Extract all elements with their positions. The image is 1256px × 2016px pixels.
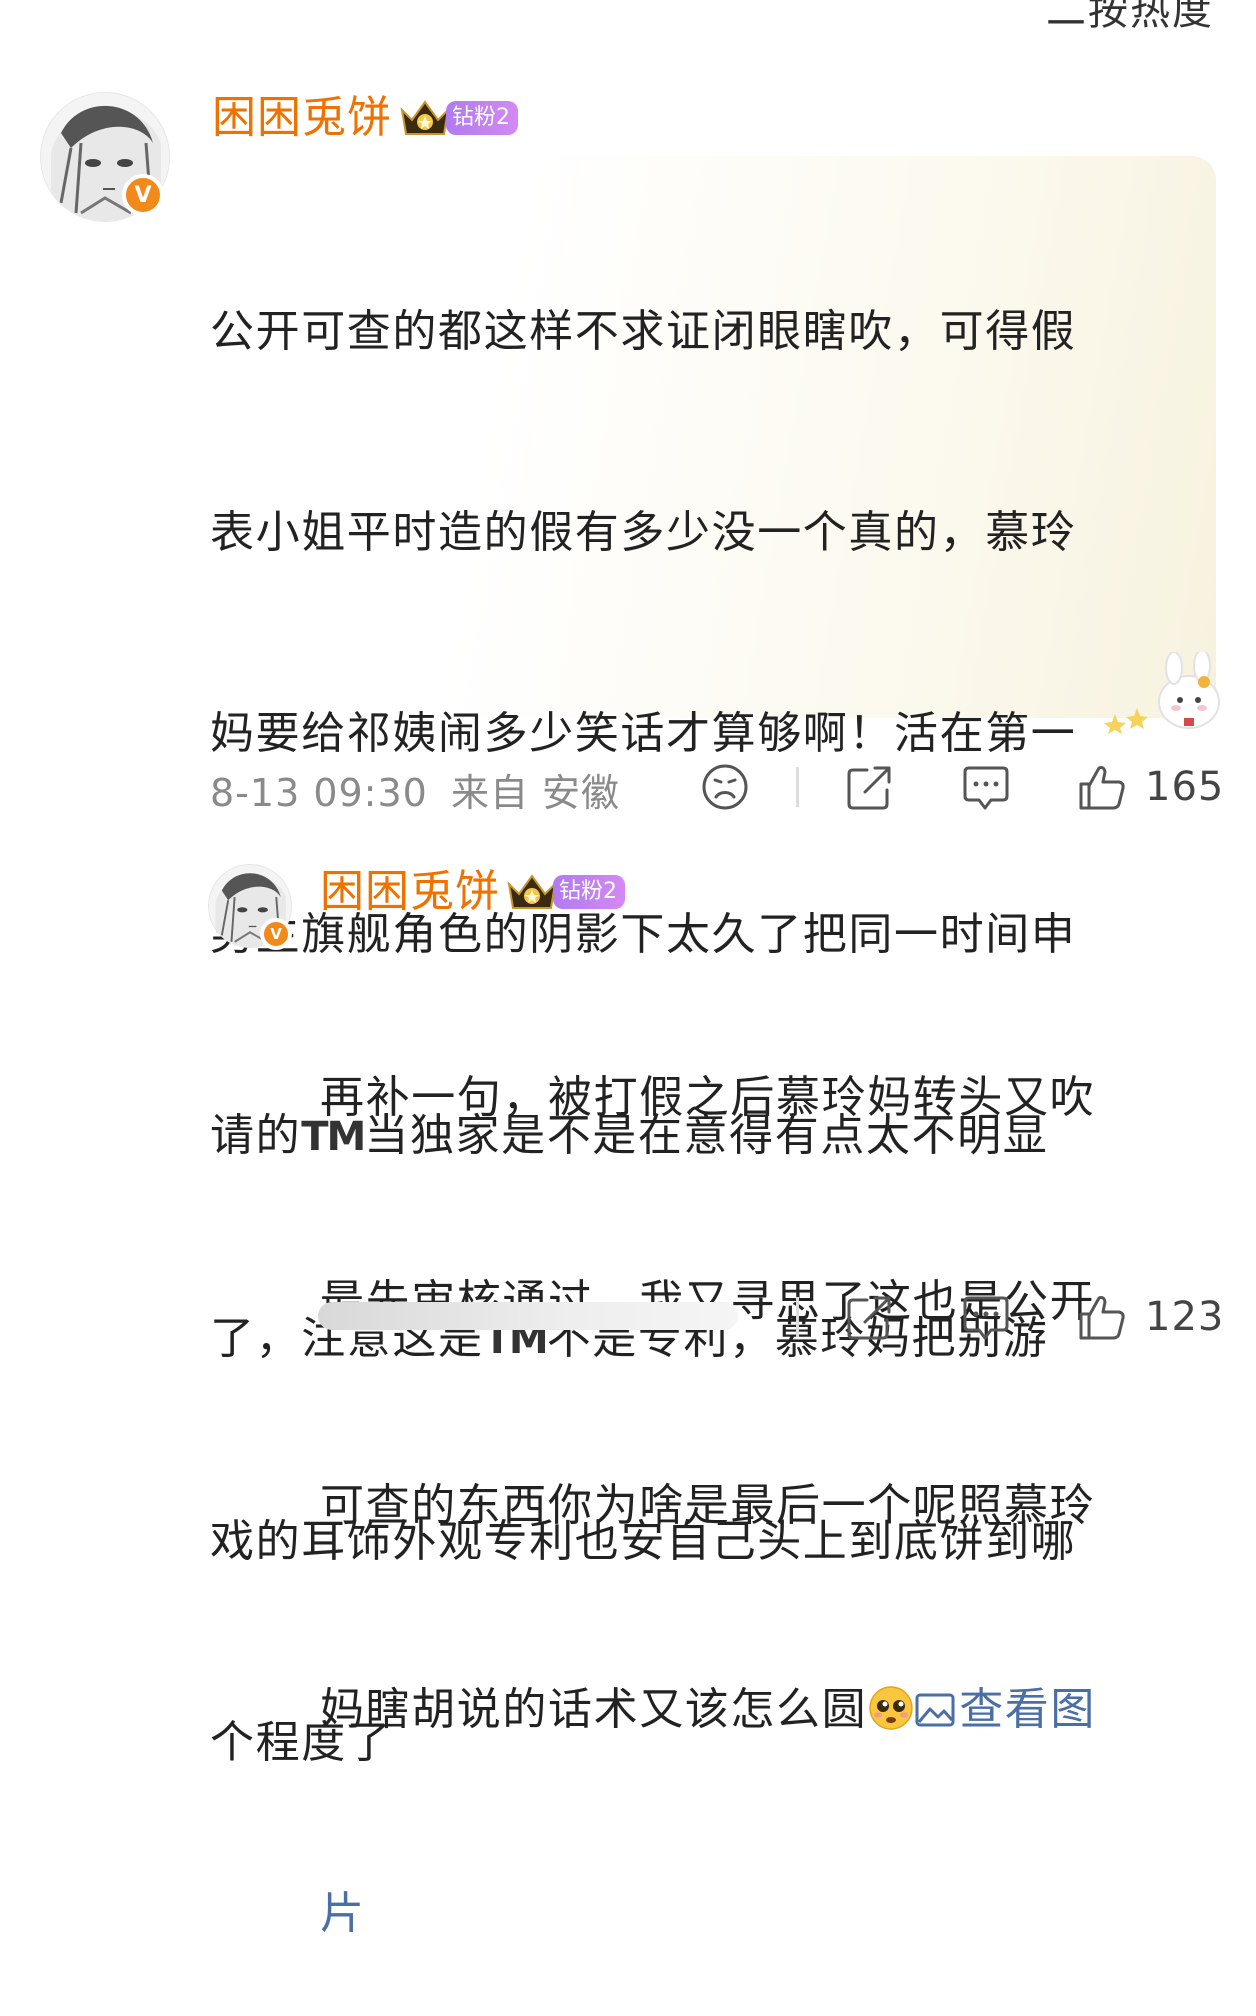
action-divider	[796, 767, 799, 807]
comment-line: 公开可查的都这样不求证闭眼瞎吹，可得假	[210, 306, 1077, 357]
bunny-sticker-icon	[1104, 652, 1220, 734]
pleading-face-emoji	[869, 1686, 913, 1730]
action-divider	[796, 1297, 799, 1337]
view-image-link[interactable]: 查看图	[915, 1684, 1096, 1735]
thumbs-up-icon[interactable]	[1077, 1292, 1127, 1342]
reply-line: 片	[320, 1880, 1220, 1948]
share-icon[interactable]	[845, 762, 895, 812]
reply-username[interactable]: 困困兎饼	[320, 870, 500, 914]
like-count: 165	[1145, 764, 1225, 810]
thumbs-up-icon[interactable]	[1077, 762, 1127, 812]
fan-badge[interactable]: 钻粉2	[505, 870, 625, 914]
comment-icon[interactable]	[961, 762, 1011, 812]
verified-badge-icon: V	[122, 174, 164, 216]
verified-badge-icon: V	[260, 918, 292, 950]
comment-icon[interactable]	[961, 1292, 1011, 1342]
fan-badge-label: 钻粉2	[446, 100, 518, 136]
comment-username[interactable]: 困困兎饼	[212, 96, 392, 140]
sort-toggle[interactable]: 二按热度	[1046, 0, 1214, 36]
image-icon	[915, 1693, 955, 1727]
comment-timestamp: 8-13 09:30	[210, 771, 428, 815]
reply-line: 妈瞎胡说的话术又该怎么圆 查看图	[320, 1676, 1220, 1744]
sad-face-icon[interactable]	[700, 762, 750, 812]
view-image-link-continued[interactable]: 片	[320, 1888, 366, 1939]
reply-text[interactable]: 再补一句，被打假之后慕玲妈转头又吹 最先审核通过，我又寻思了这也是公开 可查的东…	[320, 928, 1220, 2016]
comment-action-bar: 165	[700, 762, 1224, 812]
reply-meta-blurred	[318, 1302, 738, 1330]
reply-line: 再补一句，被打假之后慕玲妈转头又吹	[320, 1072, 1096, 1123]
crown-icon	[400, 100, 450, 135]
reply-like-count: 123	[1145, 1294, 1225, 1340]
comment-text-segment: 请的	[210, 1110, 302, 1161]
fan-badge[interactable]: 钻粉2	[398, 96, 518, 140]
reply-action-bar: 123	[796, 1292, 1224, 1342]
fan-badge-label: 钻粉2	[553, 874, 625, 910]
comment-line: 表小姐平时造的假有多少没一个真的，慕玲	[210, 507, 1077, 558]
comment-meta: 8-13 09:30 来自 安徽	[210, 762, 620, 817]
comment-line: 妈要给祁姨闹多少笑话才算够啊！活在第一	[210, 708, 1077, 759]
share-icon[interactable]	[845, 1292, 895, 1342]
comment-location: 来自 安徽	[450, 771, 621, 815]
view-image-link-text: 查看图	[959, 1684, 1097, 1735]
reply-line: 可查的东西你为啥是最后一个呢照慕玲	[320, 1480, 1096, 1531]
reply-text-segment: 妈瞎胡说的话术又该怎么圆	[320, 1684, 868, 1735]
crown-icon	[507, 874, 557, 909]
